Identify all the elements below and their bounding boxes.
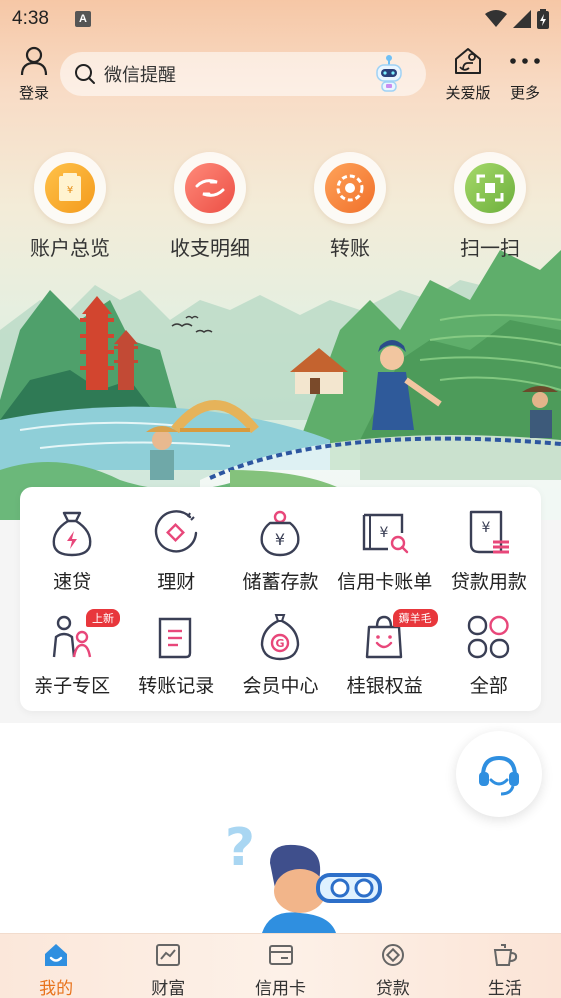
status-bar: 4:38 A: [0, 0, 561, 38]
service-label: 转账记录: [138, 675, 215, 697]
service-label: 亲子专区: [34, 675, 111, 697]
headset-icon: [479, 755, 519, 796]
service-family[interactable]: 上新 亲子专区: [20, 609, 124, 713]
quick-income-expense[interactable]: 收支明细: [140, 152, 280, 261]
status-time: 4:38: [12, 8, 49, 29]
svg-text:¥: ¥: [275, 530, 285, 549]
tab-wealth[interactable]: 财富: [112, 934, 224, 998]
service-transfer-record[interactable]: 转账记录: [124, 609, 228, 713]
service-label: 理财: [157, 571, 196, 593]
tab-label: 我的: [39, 979, 74, 998]
svg-text:¥: ¥: [67, 185, 73, 196]
more-button[interactable]: 更多: [503, 46, 547, 103]
service-label: 桂银权益: [346, 675, 423, 697]
wifi-icon: [485, 10, 507, 27]
tab-label: 生活: [487, 979, 522, 998]
transfer-icon: [325, 163, 375, 213]
all-icon: [467, 615, 510, 659]
service-quick-loan[interactable]: 速贷: [20, 505, 124, 609]
care-label: 关爱版: [445, 84, 491, 102]
search-placeholder: 微信提醒: [104, 65, 176, 86]
tab-credit-card[interactable]: 信用卡: [224, 934, 336, 998]
quick-icon-frame: [314, 152, 386, 224]
service-member[interactable]: G 会员中心: [228, 609, 332, 713]
battery-icon: [537, 9, 549, 29]
account-icon: ¥: [45, 163, 95, 213]
search-bar[interactable]: 微信提醒: [60, 52, 426, 96]
service-label: 会员中心: [242, 675, 319, 697]
more-label: 更多: [509, 84, 540, 102]
service-benefits[interactable]: 薅羊毛 桂银权益: [333, 609, 438, 713]
svg-text:G: G: [276, 637, 285, 650]
service-credit-bill[interactable]: ¥ 信用卡账单: [333, 505, 437, 609]
loan-use-icon: ¥: [469, 510, 509, 554]
user-icon: [20, 46, 48, 76]
service-all[interactable]: 全部: [437, 609, 541, 713]
quick-icon-frame: [454, 152, 526, 224]
quick-icon-frame: [174, 152, 246, 224]
tab-label: 贷款: [375, 979, 410, 998]
new-badge: 上新: [86, 609, 120, 627]
top-nav: 登录 微信提醒 关爱版 更多: [0, 44, 561, 104]
quick-label: 账户总览: [30, 236, 110, 260]
service-label: 储蓄存款: [242, 571, 319, 593]
savings-icon: ¥: [260, 510, 300, 557]
quick-label: 扫一扫: [460, 236, 520, 260]
quick-account-overview[interactable]: ¥ 账户总览: [0, 152, 140, 261]
income-expense-icon: [185, 163, 235, 213]
card-icon: [268, 945, 293, 965]
tab-label: 信用卡: [255, 979, 306, 998]
quick-label: 转账: [330, 236, 370, 260]
signal-icon: [513, 10, 531, 28]
login-button[interactable]: 登录: [14, 46, 54, 103]
quick-loan-icon: [52, 511, 92, 557]
transfer-record-icon: [159, 617, 192, 659]
deal-badge: 薅羊毛: [392, 609, 438, 627]
service-label: 全部: [469, 675, 508, 697]
hero-banner: 4:38 A 登录 微信提醒 关爱版 更多 ¥ 账户总览 收支明细 转账 扫一扫: [0, 0, 561, 520]
tab-label: 财富: [151, 979, 186, 998]
quick-scan[interactable]: 扫一扫: [420, 152, 560, 261]
life-cup-icon: [493, 944, 518, 966]
service-loan-use[interactable]: ¥ 贷款用款: [437, 505, 541, 609]
svg-text:¥: ¥: [481, 520, 490, 536]
robot-assistant-icon[interactable]: [374, 54, 404, 94]
scan-icon: [465, 163, 515, 213]
tab-mine[interactable]: 我的: [0, 934, 112, 998]
service-label: 速贷: [53, 571, 92, 593]
services-card: 速贷 理财 ¥ 储蓄存款 ¥ 信用卡账单 ¥ 贷款用款 上新 亲子专区 转账记录…: [20, 487, 541, 711]
service-label: 贷款用款: [450, 571, 527, 593]
svg-text:?: ?: [225, 818, 255, 878]
login-label: 登录: [18, 84, 49, 102]
wealth-chart-icon: [156, 944, 181, 966]
notification-icon: A: [74, 11, 91, 27]
svg-text:¥: ¥: [379, 525, 388, 541]
quick-actions: ¥ 账户总览 收支明细 转账 扫一扫: [0, 152, 561, 261]
loan-icon: [381, 944, 404, 966]
wealth-icon: [155, 510, 198, 553]
quick-icon-frame: ¥: [34, 152, 106, 224]
home-icon: [45, 944, 68, 966]
quick-label: 收支明细: [170, 236, 250, 260]
search-icon: [75, 64, 95, 84]
member-icon: G: [261, 614, 300, 661]
more-dots-icon: [510, 58, 540, 64]
service-wealth[interactable]: 理财: [124, 505, 228, 609]
tab-life[interactable]: 生活: [449, 934, 561, 998]
credit-bill-icon: ¥: [362, 513, 408, 554]
tab-loan[interactable]: 贷款: [337, 934, 449, 998]
care-mode-button[interactable]: 关爱版: [440, 46, 496, 103]
service-savings[interactable]: ¥ 储蓄存款: [228, 505, 332, 609]
service-label: 信用卡账单: [337, 571, 433, 593]
customer-service-button[interactable]: [456, 731, 542, 817]
bottom-tab-bar: 我的 财富 信用卡 贷款 生活: [0, 933, 561, 998]
quick-transfer[interactable]: 转账: [280, 152, 420, 261]
elder-care-icon: [455, 48, 481, 74]
